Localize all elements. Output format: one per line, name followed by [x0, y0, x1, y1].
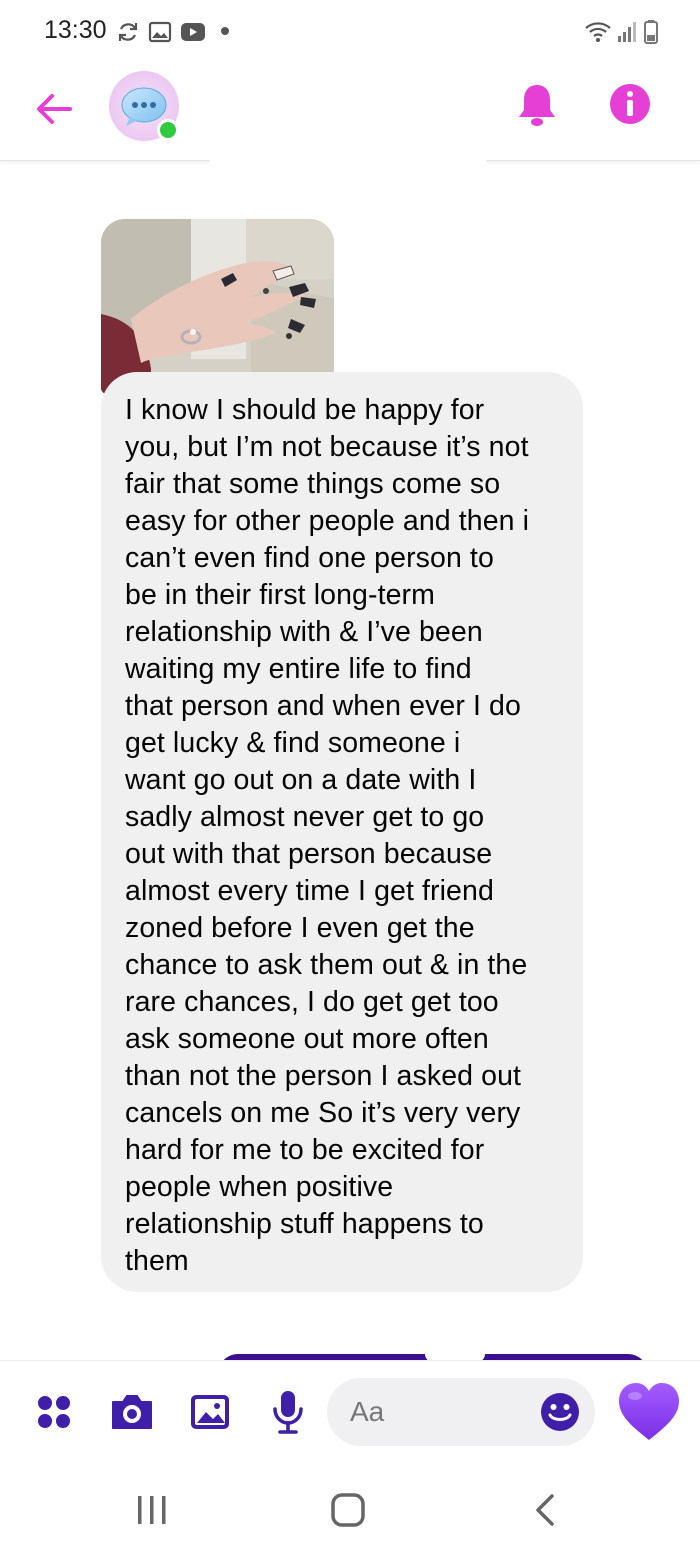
- message-line: people when positive: [125, 1171, 394, 1203]
- conversation-header: [0, 62, 700, 161]
- menu-button[interactable]: [30, 1388, 78, 1436]
- gallery-icon: [148, 21, 172, 43]
- signal-icon: [618, 22, 636, 42]
- message-line: relationship stuff happens to: [125, 1208, 484, 1240]
- message-line: fair that some things come so: [125, 468, 501, 500]
- bell-icon[interactable]: [516, 82, 558, 128]
- gallery-button[interactable]: [186, 1388, 234, 1436]
- back-arrow-icon[interactable]: [30, 84, 80, 134]
- image-message[interactable]: [101, 219, 334, 394]
- heart-icon: [619, 1383, 679, 1440]
- like-heart-button[interactable]: [616, 1380, 682, 1444]
- message-line: them: [125, 1245, 189, 1277]
- message-text: I know I should be happy for you, but I’m…: [125, 392, 563, 1280]
- camera-icon: [112, 1395, 152, 1429]
- message-line: sadly almost never get to go: [125, 801, 485, 833]
- message-line: you, but I’m not because it’s not: [125, 431, 529, 463]
- chat-avatar-icon: [109, 71, 179, 141]
- recent-apps-icon[interactable]: [134, 1492, 170, 1528]
- wifi-icon: [585, 22, 611, 42]
- message-line: hard for me to be excited for: [125, 1134, 485, 1166]
- sync-icon: [118, 23, 138, 41]
- message-line: want go out on a date with I: [125, 764, 477, 796]
- message-line: rare chances, I do get get too: [125, 986, 499, 1018]
- dot-icon: [221, 27, 229, 35]
- message-line: cancels on me So it’s very very: [125, 1097, 521, 1129]
- message-line: relationship with & I’ve been: [125, 616, 483, 648]
- redacted-area: [208, 152, 488, 174]
- microphone-button[interactable]: [264, 1388, 312, 1436]
- youtube-icon: [181, 23, 205, 41]
- message-line: waiting my entire life to find: [125, 653, 472, 685]
- message-line: be in their first long-term: [125, 579, 435, 611]
- message-line: can’t even find one person to: [125, 542, 494, 574]
- message-line: get lucky & find someone i: [125, 727, 461, 759]
- gallery-icon: [191, 1395, 229, 1429]
- online-status-dot: [157, 119, 179, 141]
- message-line: zoned before I even get the: [125, 912, 475, 944]
- camera-button[interactable]: [108, 1388, 156, 1436]
- menu-dots-icon: [38, 1396, 70, 1428]
- message-line: that person and when ever I do: [125, 690, 521, 722]
- emoji-icon: [541, 1393, 579, 1431]
- status-bar: 13:30: [0, 0, 700, 62]
- avatar[interactable]: [108, 70, 180, 142]
- message-line: than not the person I asked out: [125, 1060, 522, 1092]
- message-line: ask someone out more often: [125, 1023, 489, 1055]
- back-icon[interactable]: [528, 1490, 564, 1530]
- message-bubble[interactable]: I know I should be happy for you, but I’m…: [101, 372, 583, 1292]
- system-nav-bar: [0, 1466, 700, 1556]
- info-icon[interactable]: [608, 82, 652, 126]
- message-input[interactable]: [350, 1394, 530, 1430]
- battery-icon: [644, 20, 658, 44]
- status-time: 13:30: [44, 16, 107, 44]
- message-line: out with that person because: [125, 838, 493, 870]
- nail-photo-icon: [101, 219, 334, 394]
- home-icon[interactable]: [328, 1490, 368, 1530]
- microphone-icon: [273, 1391, 303, 1434]
- emoji-button[interactable]: [536, 1388, 584, 1436]
- message-line: chance to ask them out & in the: [125, 949, 528, 981]
- message-line: almost every time I get friend: [125, 875, 494, 907]
- message-line: easy for other people and then i: [125, 505, 530, 537]
- message-line: I know I should be happy for: [125, 394, 485, 426]
